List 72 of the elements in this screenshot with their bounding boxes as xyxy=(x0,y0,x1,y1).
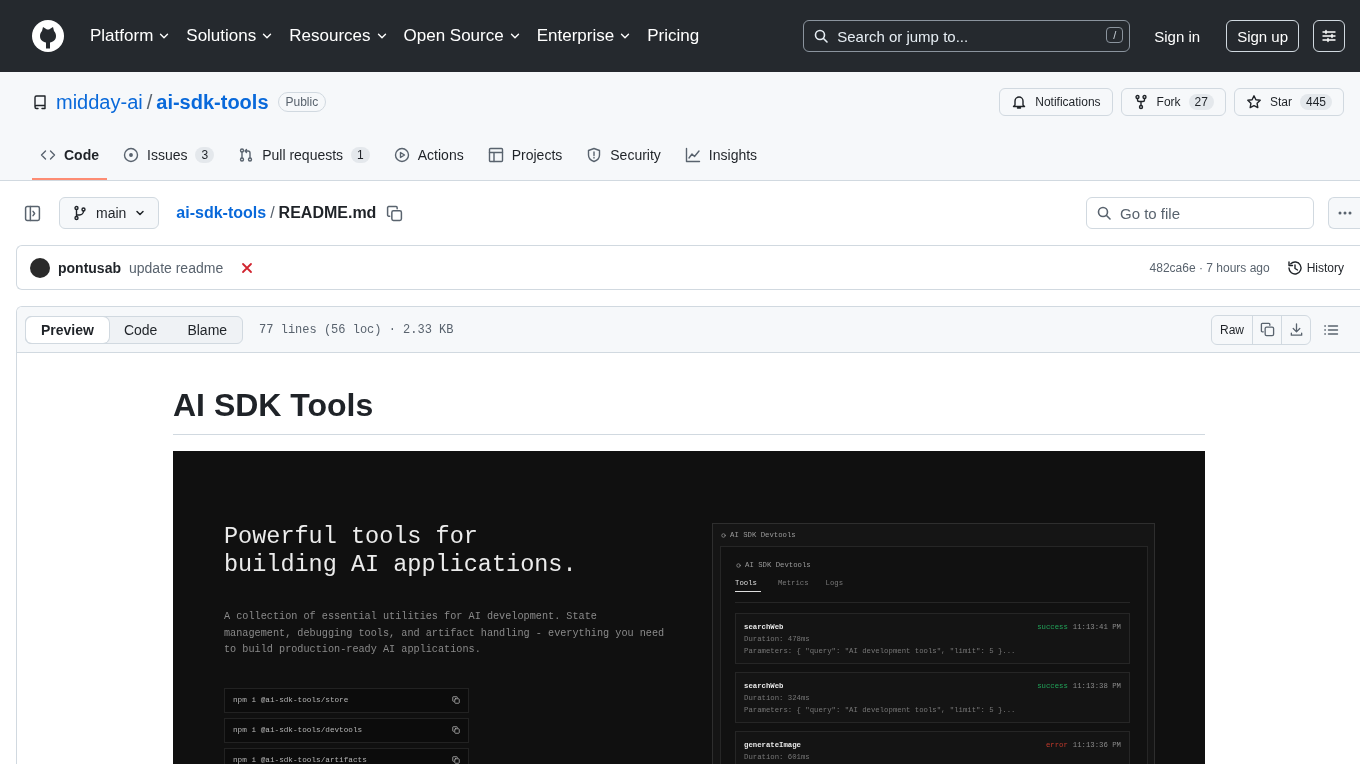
path-separator: / xyxy=(270,204,275,222)
repo-tab[interactable]: Insights xyxy=(676,132,766,180)
copy-icon xyxy=(452,696,460,704)
nav-menu-item[interactable]: Pricing xyxy=(647,26,700,46)
repo-tab[interactable]: Code xyxy=(32,132,107,180)
repo-tab[interactable]: Actions xyxy=(385,132,472,180)
breadcrumb-link[interactable]: ai-sdk-tools xyxy=(176,204,267,222)
pull-request-icon xyxy=(238,147,255,163)
sign-up-button[interactable]: Sign up xyxy=(1226,20,1299,52)
owner-link[interactable]: midday-ai xyxy=(56,90,143,114)
go-to-file-field[interactable]: Go to file xyxy=(1086,197,1314,229)
menu-icon xyxy=(1321,28,1337,44)
copy-icon xyxy=(452,756,460,764)
fork-button[interactable]: Fork 27 xyxy=(1120,88,1226,116)
nav-menu-item[interactable]: Platform xyxy=(90,26,172,46)
download-icon xyxy=(1288,322,1304,337)
path-separator: / xyxy=(146,90,153,114)
bell-icon xyxy=(1011,94,1028,110)
commit-meta[interactable]: 482ca6e · 7 hours ago xyxy=(1149,260,1270,275)
search-icon xyxy=(1096,205,1112,221)
star-button[interactable]: Star 445 xyxy=(1233,88,1344,116)
menu-button[interactable] xyxy=(1313,20,1345,52)
repo-tab[interactable]: Security xyxy=(578,132,669,180)
search-icon xyxy=(813,28,830,44)
view-mode-tab[interactable]: Preview xyxy=(26,316,109,343)
view-mode-tab[interactable]: Blame xyxy=(172,316,243,343)
star-icon xyxy=(1245,94,1262,110)
count-label: 1 xyxy=(351,147,370,163)
count-label: 3 xyxy=(195,147,215,163)
nav-menu-item[interactable]: Open Source xyxy=(403,26,522,46)
nav-menu-item[interactable]: Resources xyxy=(289,26,389,46)
circle-dot-icon xyxy=(123,147,139,163)
repo-tab[interactable]: Issues 3 xyxy=(115,132,223,180)
history-link[interactable]: History xyxy=(1286,259,1344,276)
logo-icon[interactable] xyxy=(32,20,64,52)
history-icon xyxy=(1286,259,1303,276)
code-icon xyxy=(40,147,56,163)
count-label: 27 xyxy=(1188,94,1214,110)
circle-icon xyxy=(720,531,727,539)
circle-icon xyxy=(735,561,742,569)
file-name: README.md xyxy=(278,204,377,222)
copy-icon xyxy=(452,726,460,734)
repo-icon xyxy=(32,94,48,110)
repo-tab[interactable]: Projects xyxy=(479,132,571,180)
copy-icon xyxy=(386,204,404,222)
table-icon xyxy=(487,147,504,163)
graph-icon xyxy=(684,147,701,163)
sign-in-link[interactable]: Sign in xyxy=(1154,27,1201,45)
view-mode-tab[interactable]: Code xyxy=(108,316,173,343)
play-icon xyxy=(393,147,410,163)
commit-message-link[interactable]: update readme xyxy=(129,259,224,276)
count-label: 445 xyxy=(1299,94,1332,110)
fork-icon xyxy=(1132,94,1149,110)
nav-menu-item[interactable]: Enterprise xyxy=(536,26,633,46)
file-info: 77 lines (56 loc) · 2.33 KB xyxy=(259,322,454,337)
shield-icon xyxy=(586,147,603,163)
avatar xyxy=(30,257,50,278)
branch-icon xyxy=(72,205,88,221)
sidebar-icon xyxy=(24,204,41,222)
hero-headline: Powerful tools for building AI applications. xyxy=(224,523,578,579)
readme-title: AI SDK Tools xyxy=(173,385,1205,435)
sidebar-toggle-button[interactable] xyxy=(24,204,41,222)
notifications-button[interactable]: Notifications xyxy=(999,88,1113,116)
hero-description: A collection of essential utilities for AI development. State management, debugging tools, and artifact handling - everything you need to build production-ready AI applications. xyxy=(224,610,666,657)
nav-menu-item[interactable]: Solutions xyxy=(186,26,275,46)
branch-button[interactable]: main xyxy=(59,197,160,229)
author-link[interactable]: pontusab xyxy=(58,259,121,276)
copy-path-button[interactable] xyxy=(386,204,404,222)
repo-tab[interactable]: Pull requests 1 xyxy=(230,132,378,180)
repo-name-link[interactable]: ai-sdk-tools xyxy=(156,90,269,114)
copy-icon xyxy=(1259,322,1275,337)
shortcut-key: / xyxy=(1106,27,1124,43)
